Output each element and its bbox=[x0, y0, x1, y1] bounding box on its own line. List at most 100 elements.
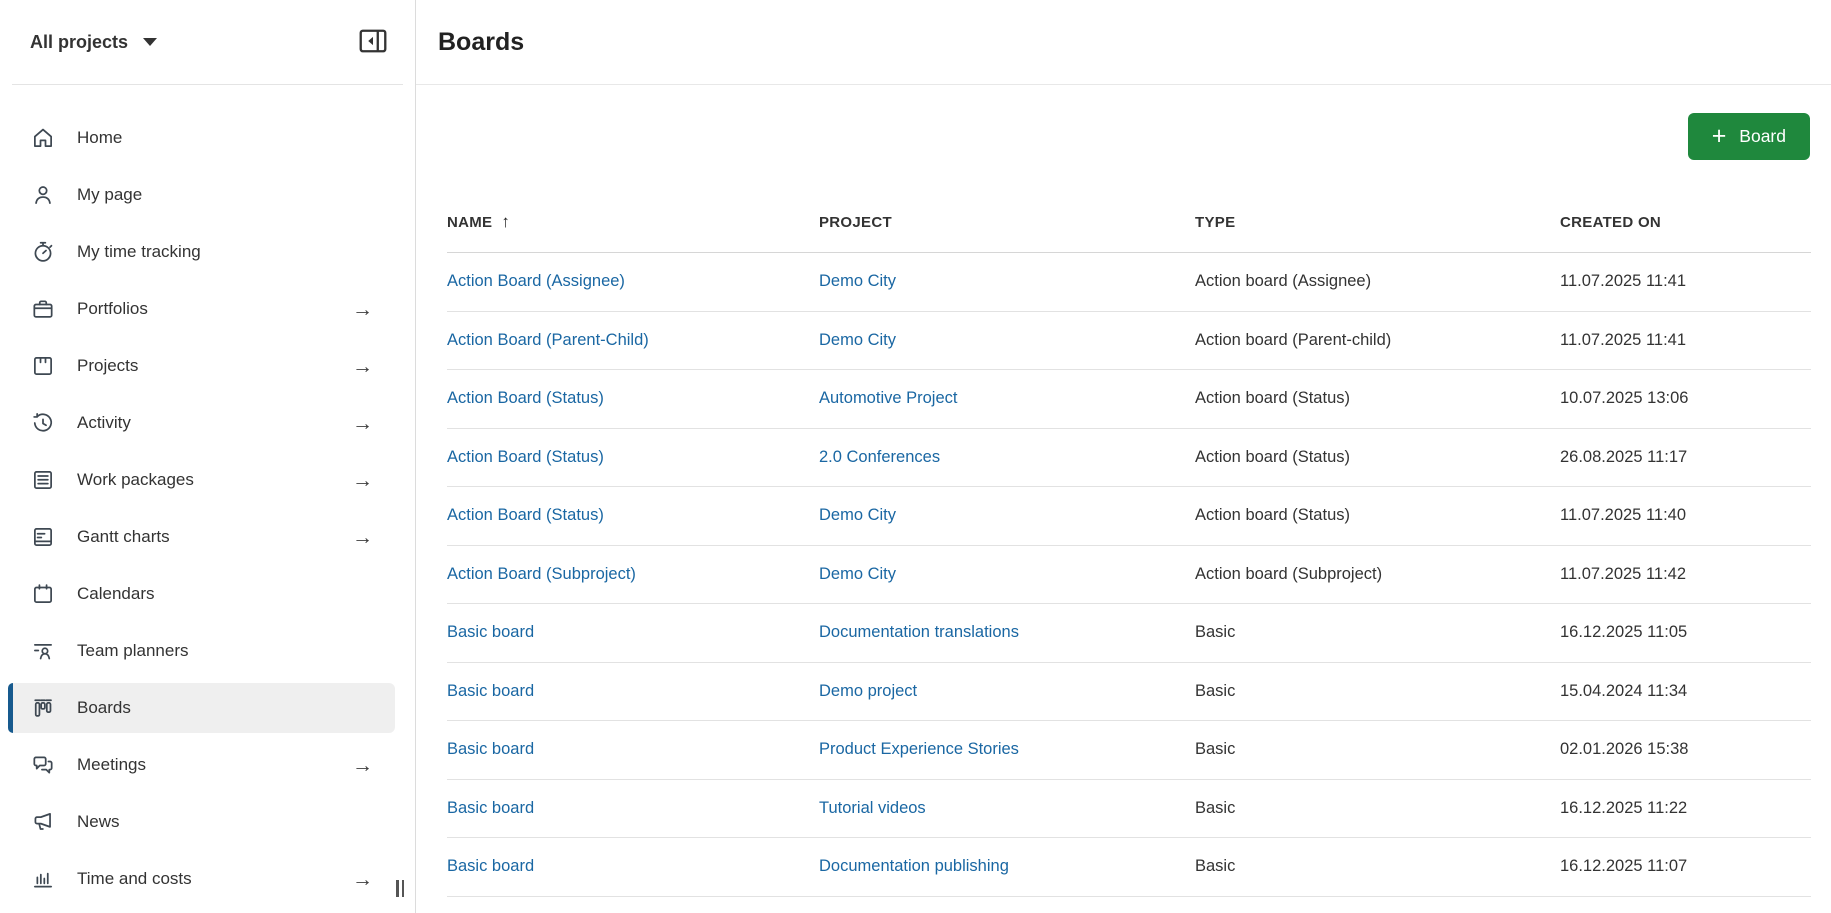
sidebar: All projects Home bbox=[0, 0, 416, 913]
board-type: Basic bbox=[1195, 857, 1560, 876]
board-name-link[interactable]: Basic board bbox=[447, 857, 534, 875]
sidebar-item-label: Calendars bbox=[77, 584, 155, 604]
sidebar-item-home[interactable]: Home bbox=[8, 113, 395, 163]
sidebar-nav: Home My page My time tracking Portfolios bbox=[0, 85, 415, 904]
sidebar-item-label: Boards bbox=[77, 698, 131, 718]
board-name-link[interactable]: Basic board bbox=[447, 799, 534, 817]
sidebar-item-my-time-tracking[interactable]: My time tracking bbox=[8, 227, 395, 277]
sidebar-item-label: Home bbox=[77, 128, 122, 148]
sidebar-header: All projects bbox=[12, 0, 403, 85]
project-link[interactable]: Documentation publishing bbox=[819, 857, 1009, 875]
board-name-link[interactable]: Action Board (Status) bbox=[447, 389, 604, 407]
project-link[interactable]: Automotive Project bbox=[819, 389, 957, 407]
board-type: Action board (Subproject) bbox=[1195, 565, 1560, 584]
sidebar-item-label: Activity bbox=[77, 413, 131, 433]
speech-bubbles-icon bbox=[30, 752, 56, 778]
sidebar-item-label: Projects bbox=[77, 356, 138, 376]
project-link[interactable]: 2.0 Conferences bbox=[819, 448, 940, 466]
table-row: Action Board (Status) Demo City Action b… bbox=[447, 487, 1811, 546]
project-link[interactable]: Demo City bbox=[819, 506, 896, 524]
sidebar-item-work-packages[interactable]: Work packages → bbox=[8, 455, 395, 505]
expand-arrow-icon[interactable]: → bbox=[352, 527, 373, 548]
expand-arrow-icon[interactable]: → bbox=[352, 356, 373, 377]
home-icon bbox=[30, 125, 56, 151]
sidebar-item-activity[interactable]: Activity → bbox=[8, 398, 395, 448]
project-link[interactable]: Demo City bbox=[819, 565, 896, 583]
project-link[interactable]: Demo City bbox=[819, 272, 896, 290]
sidebar-resize-handle[interactable] bbox=[392, 876, 408, 901]
project-link[interactable]: Tutorial videos bbox=[819, 799, 926, 817]
kanban-board-icon bbox=[30, 695, 56, 721]
projects-box-icon bbox=[30, 353, 56, 379]
created-on: 11.07.2025 11:42 bbox=[1560, 565, 1811, 584]
board-name-link[interactable]: Action Board (Assignee) bbox=[447, 272, 625, 290]
bar-chart-icon bbox=[30, 866, 56, 892]
expand-arrow-icon[interactable]: → bbox=[352, 299, 373, 320]
briefcase-icon bbox=[30, 296, 56, 322]
board-type: Basic bbox=[1195, 799, 1560, 818]
column-header-name[interactable]: NAME ↑ bbox=[447, 212, 819, 232]
table-row: Action Board (Status) Automotive Project… bbox=[447, 370, 1811, 429]
table-row: Basic board Tutorial videos Basic 16.12.… bbox=[447, 780, 1811, 839]
created-on: 15.04.2024 11:34 bbox=[1560, 682, 1811, 701]
sidebar-item-label: Team planners bbox=[77, 641, 189, 661]
sidebar-item-calendars[interactable]: Calendars bbox=[8, 569, 395, 619]
collapse-sidebar-icon bbox=[356, 26, 390, 59]
sidebar-item-projects[interactable]: Projects → bbox=[8, 341, 395, 391]
sidebar-item-portfolios[interactable]: Portfolios → bbox=[8, 284, 395, 334]
sidebar-item-my-page[interactable]: My page bbox=[8, 170, 395, 220]
megaphone-icon bbox=[30, 809, 56, 835]
board-name-link[interactable]: Basic board bbox=[447, 623, 534, 641]
sidebar-item-meetings[interactable]: Meetings → bbox=[8, 740, 395, 790]
created-on: 16.12.2025 11:07 bbox=[1560, 857, 1811, 876]
table-row: Action Board (Subproject) Demo City Acti… bbox=[447, 546, 1811, 605]
sort-ascending-icon: ↑ bbox=[501, 212, 510, 232]
expand-arrow-icon[interactable]: → bbox=[352, 413, 373, 434]
created-on: 11.07.2025 11:41 bbox=[1560, 272, 1811, 291]
column-header-project[interactable]: PROJECT bbox=[819, 214, 1195, 231]
sidebar-item-boards[interactable]: Boards bbox=[8, 683, 395, 733]
board-type: Basic bbox=[1195, 623, 1560, 642]
add-board-button[interactable]: + Board bbox=[1688, 113, 1810, 160]
sidebar-item-label: My page bbox=[77, 185, 142, 205]
document-lines-icon bbox=[30, 467, 56, 493]
project-selector[interactable]: All projects bbox=[30, 32, 157, 53]
page-header: Boards bbox=[416, 0, 1831, 85]
created-on: 11.07.2025 11:41 bbox=[1560, 331, 1811, 350]
expand-arrow-icon[interactable]: → bbox=[352, 755, 373, 776]
board-name-link[interactable]: Action Board (Status) bbox=[447, 448, 604, 466]
board-name-link[interactable]: Basic board bbox=[447, 682, 534, 700]
board-type: Action board (Status) bbox=[1195, 389, 1560, 408]
column-header-created-on[interactable]: CREATED ON bbox=[1560, 214, 1811, 231]
team-planner-icon bbox=[30, 638, 56, 664]
board-name-link[interactable]: Action Board (Subproject) bbox=[447, 565, 636, 583]
board-name-link[interactable]: Basic board bbox=[447, 740, 534, 758]
boards-table: NAME ↑ PROJECT TYPE CREATED ON Action Bo… bbox=[447, 192, 1811, 897]
sidebar-item-gantt-charts[interactable]: Gantt charts → bbox=[8, 512, 395, 562]
project-link[interactable]: Demo City bbox=[819, 331, 896, 349]
created-on: 11.07.2025 11:40 bbox=[1560, 506, 1811, 525]
table-row: Action Board (Parent-Child) Demo City Ac… bbox=[447, 312, 1811, 371]
sidebar-item-team-planners[interactable]: Team planners bbox=[8, 626, 395, 676]
sidebar-item-news[interactable]: News bbox=[8, 797, 395, 847]
project-link[interactable]: Documentation translations bbox=[819, 623, 1019, 641]
created-on: 10.07.2025 13:06 bbox=[1560, 389, 1811, 408]
board-type: Basic bbox=[1195, 740, 1560, 759]
board-name-link[interactable]: Action Board (Status) bbox=[447, 506, 604, 524]
table-row: Action Board (Assignee) Demo City Action… bbox=[447, 253, 1811, 312]
app-window: All projects Home bbox=[0, 0, 1831, 913]
expand-arrow-icon[interactable]: → bbox=[352, 470, 373, 491]
table-row: Basic board Product Experience Stories B… bbox=[447, 721, 1811, 780]
board-type: Action board (Parent-child) bbox=[1195, 331, 1560, 350]
sidebar-item-label: Time and costs bbox=[77, 869, 192, 889]
column-header-type[interactable]: TYPE bbox=[1195, 214, 1560, 231]
board-type: Action board (Status) bbox=[1195, 506, 1560, 525]
collapse-sidebar-button[interactable] bbox=[353, 24, 393, 60]
project-link[interactable]: Product Experience Stories bbox=[819, 740, 1019, 758]
expand-arrow-icon[interactable]: → bbox=[352, 869, 373, 890]
project-link[interactable]: Demo project bbox=[819, 682, 917, 700]
sidebar-item-time-and-costs[interactable]: Time and costs → bbox=[8, 854, 395, 904]
board-name-link[interactable]: Action Board (Parent-Child) bbox=[447, 331, 649, 349]
board-type: Action board (Status) bbox=[1195, 448, 1560, 467]
table-row: Basic board Documentation translations B… bbox=[447, 604, 1811, 663]
